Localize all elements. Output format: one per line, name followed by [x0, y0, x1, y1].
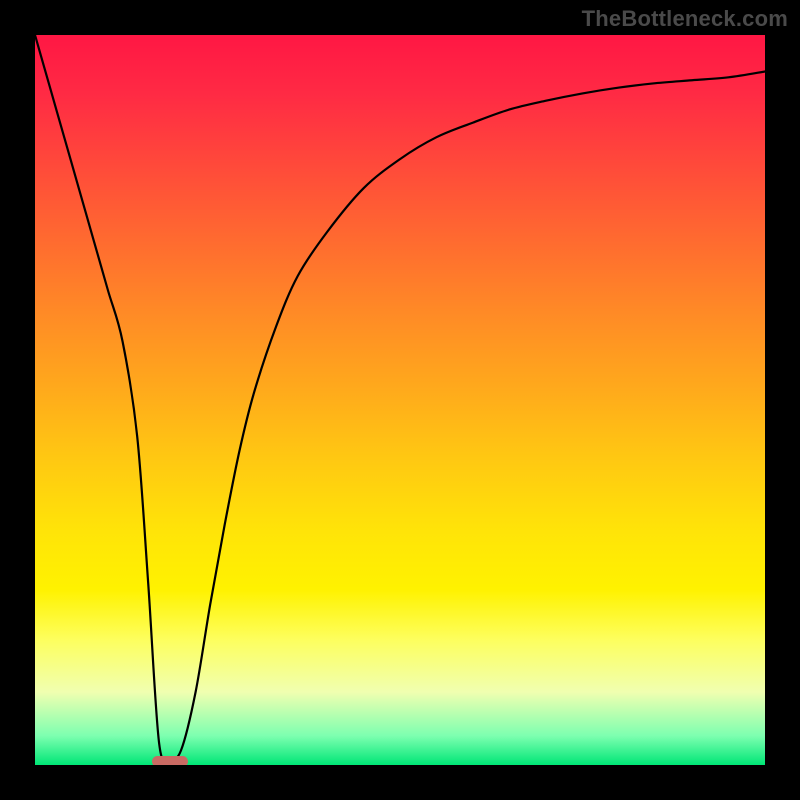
optimum-marker — [152, 756, 189, 766]
chart-frame: TheBottleneck.com — [0, 0, 800, 800]
watermark-text: TheBottleneck.com — [582, 6, 788, 32]
bottleneck-curve — [35, 35, 765, 765]
plot-area — [35, 35, 765, 765]
